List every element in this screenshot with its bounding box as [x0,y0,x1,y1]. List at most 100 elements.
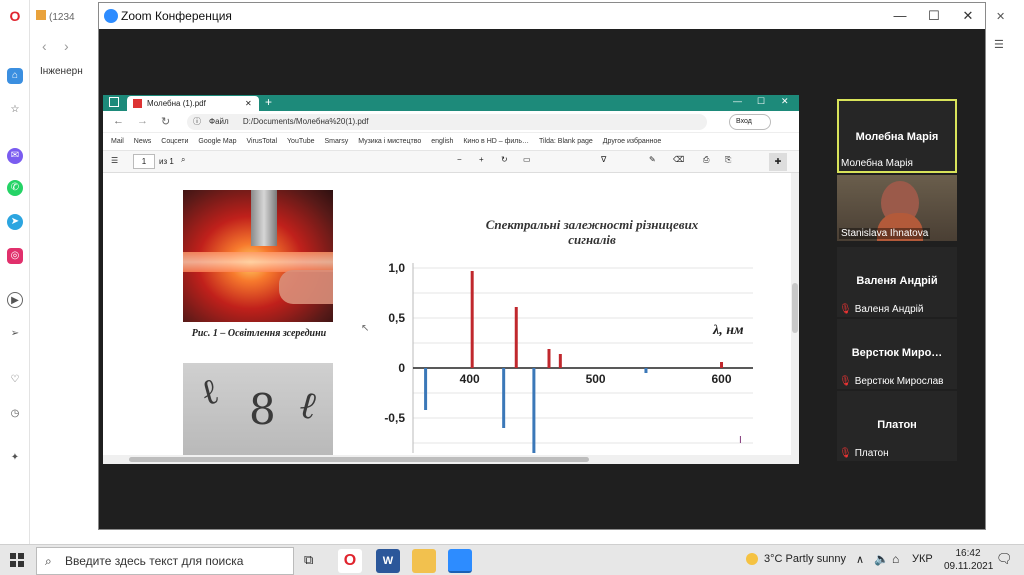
erase-icon[interactable]: ⌫ [673,155,684,164]
history-icon[interactable]: ◷ [7,406,23,422]
profile-button[interactable]: Вход [729,114,771,130]
opera-settings-icon[interactable]: ☰ [994,38,1004,51]
tab-close-icon[interactable]: ✕ [245,96,252,111]
zoom-out-icon[interactable]: − [457,155,462,164]
forward-icon[interactable]: → [137,115,148,127]
star-icon[interactable]: ☆ [7,102,23,118]
bulb-icon[interactable]: ✦ [7,450,23,466]
tab-actions-icon[interactable] [109,97,119,107]
zoom-taskbar-icon[interactable] [448,549,472,573]
home-icon[interactable]: ⌂ [7,68,23,84]
participant-label: Верстюк Мирослав [854,376,944,387]
horizontal-scrollbar[interactable] [103,455,799,464]
tray-up-icon[interactable]: ∧ [856,553,864,566]
edge-close-icon[interactable]: ✕ [781,96,789,107]
bookmark-item[interactable]: YouTube [287,133,315,150]
clock[interactable]: 16:42 09.11.2021 [944,547,993,573]
participant-tile[interactable]: Верстюк Миро… 🎙 Верстюк Мирослав [837,319,957,389]
y-tick-label: 1,0 [388,261,405,275]
back-icon[interactable]: ← [113,115,124,127]
chart-title-line1: Спектральні залежності різницевих [485,217,699,232]
weather-text[interactable]: 3°C Partly sunny [764,553,846,565]
participant-tile[interactable]: Валеня Андрій 🎙 Валеня Андрій [837,247,957,317]
bookmark-item[interactable]: Google Map [198,133,236,150]
taskbar-search-input[interactable]: ⌕ Введите здесь текст для поиска [36,547,294,575]
participant-name: Верстюк Миро… [851,347,943,359]
forward-icon[interactable]: › [64,38,69,54]
opera-close-icon[interactable]: ✕ [996,10,1005,23]
zoom-logo-icon [104,9,118,23]
start-icon[interactable] [10,553,24,567]
participant-name: Молебна Марія [855,131,939,143]
messenger-icon[interactable]: ✉ [7,148,23,164]
opera-logo-icon[interactable]: O [7,8,23,24]
edge-minimize-icon[interactable]: — [733,96,742,106]
x-axis-label: λ, нм [713,323,744,338]
edge-tabbar: Молебна (1).pdf ✕ + — ☐ ✕ [103,95,799,111]
bookmark-item[interactable]: News [134,133,152,150]
chart-title-line2: сигналів [568,232,616,247]
instagram-icon[interactable]: ◎ [7,248,23,264]
address-input[interactable]: ⓘ Файл D:/Documents/Молебна%20(1).pdf [187,114,707,130]
close-button[interactable]: ✕ [951,3,985,29]
zoom-in-icon[interactable]: + [479,155,484,164]
bookmark-item[interactable]: Другое избранное [603,133,662,150]
bookmark-item[interactable]: VirusTotal [246,133,277,150]
taskbar: ⌕ Введите здесь текст для поиска ⧉ O W 3… [0,544,1024,575]
refresh-icon[interactable]: ↻ [161,115,170,128]
contents-icon[interactable]: ☰ [111,156,118,165]
bookmark-item[interactable]: Кино в HD – филь… [463,133,529,150]
search-icon[interactable]: ⌕ [181,155,185,165]
task-view-icon[interactable]: ⧉ [304,552,313,568]
page-number-input[interactable]: 1 [133,154,155,169]
rotate-icon[interactable]: ↻ [501,155,508,164]
volume-icon[interactable]: 🔈 [874,552,889,566]
participant-tile[interactable]: Платон 🎙 Платон [837,391,957,461]
opera-tab-label: (1234 [49,12,75,23]
whatsapp-icon[interactable]: ✆ [7,180,23,196]
explorer-icon[interactable] [412,549,436,573]
bookmark-item[interactable]: Соцсети [161,133,188,150]
bookmark-item[interactable]: Музика і мистецтво [358,133,421,150]
participant-tile-video[interactable]: Stanislava Ihnatova [837,175,957,241]
maximize-button[interactable]: ☐ [917,3,951,29]
notifications-icon[interactable]: 🗨 [996,551,1013,567]
figure2-photo: ℓ 8 ℓ [183,363,333,455]
save-icon[interactable]: ⎘ [725,155,731,165]
print-icon[interactable]: ⎙ [703,155,709,165]
chart-bar [644,368,648,373]
bookmark-item[interactable]: Tilda: Blank page [539,133,593,150]
opera-taskbar-icon[interactable]: O [338,549,362,573]
network-icon[interactable]: ⌂ [892,552,899,566]
opera-bookmark[interactable]: Інженерн [40,66,83,77]
back-icon[interactable]: ‹ [42,38,47,54]
new-tab-button[interactable]: + [265,95,272,109]
x-tick-label: 600 [712,372,732,386]
highlight-icon[interactable]: ✎ [649,155,656,164]
figure1-caption: Рис. 1 – Освітлення зсередини [191,328,327,339]
bookmark-item[interactable]: Mail [111,133,124,150]
fit-icon[interactable]: ▭ [523,155,531,164]
send-icon[interactable]: ➢ [7,326,23,342]
zoom-window: Zoom Конференция — ☐ ✕ Молебна (1).pdf ✕… [98,2,986,530]
edge-maximize-icon[interactable]: ☐ [757,96,765,107]
bookmark-item[interactable]: Smarsy [325,133,349,150]
opera-tab[interactable]: (1234 [36,10,75,23]
word-icon[interactable]: W [376,549,400,573]
zoom-titlebar: Zoom Конференция — ☐ ✕ [99,3,985,29]
participant-tile-active[interactable]: Молебна Марія Молебна Марія [837,99,957,173]
draw-icon[interactable]: ∇ [601,155,606,164]
bookmarks-bar: Mail News Соцсети Google Map VirusTotal … [103,133,799,151]
heart-icon[interactable]: ♡ [7,372,23,388]
bookmark-item[interactable]: english [431,133,453,150]
vertical-scrollbar[interactable] [791,173,799,455]
pin-icon[interactable]: ✚ [769,153,787,171]
chart-bar [502,368,506,428]
edge-tab[interactable]: Молебна (1).pdf ✕ [127,96,259,111]
player-icon[interactable]: ▶ [7,292,23,308]
mouse-pointer-icon: ↖ [361,323,370,334]
minimize-button[interactable]: — [883,3,917,29]
mic-muted-icon: 🎙 [839,376,852,387]
language-indicator[interactable]: УКР [912,553,933,565]
telegram-icon[interactable]: ➤ [7,214,23,230]
